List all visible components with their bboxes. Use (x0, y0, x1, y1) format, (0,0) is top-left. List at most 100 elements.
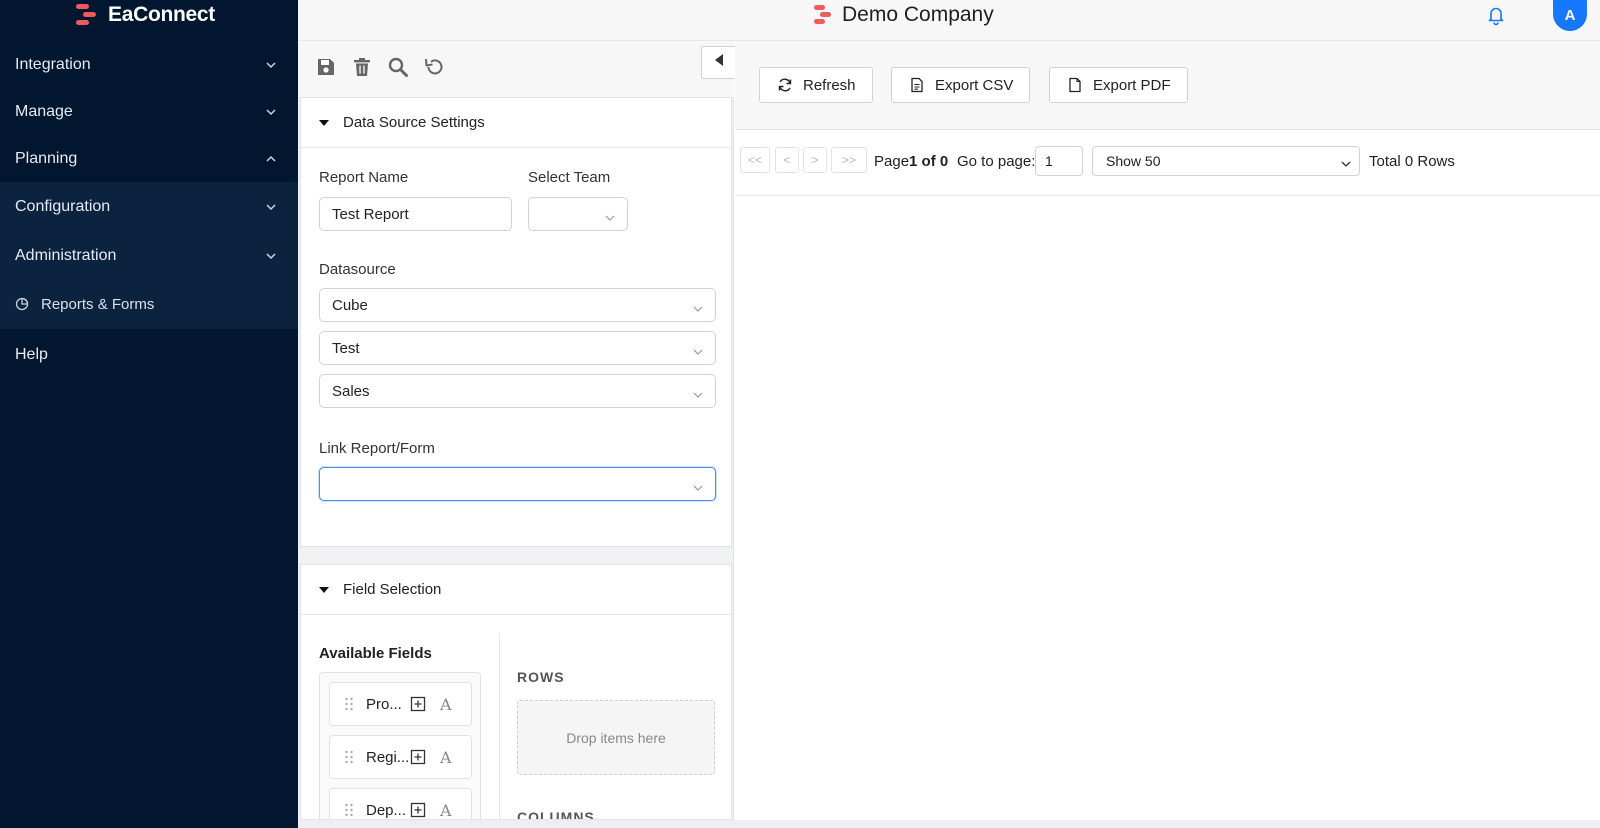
field-name: Regi... (366, 748, 410, 766)
chevron-down-icon (266, 251, 276, 261)
field-selection-header[interactable]: Field Selection (301, 565, 731, 615)
field-item[interactable]: Dep... A (329, 788, 472, 820)
next-page-button[interactable]: > (803, 147, 827, 173)
chevron-down-icon (1341, 156, 1351, 167)
first-page-button[interactable]: << (740, 147, 770, 173)
chevron-down-icon (266, 202, 276, 212)
chevron-down-icon (693, 480, 703, 491)
field-item[interactable]: Regi... A (329, 735, 472, 779)
drag-handle-icon[interactable] (344, 750, 354, 764)
undo-icon[interactable] (423, 56, 445, 78)
total-rows: Total 0 Rows (1369, 153, 1455, 170)
section-title: Field Selection (343, 581, 442, 598)
export-csv-button[interactable]: Export CSV (891, 67, 1031, 103)
page-size-select[interactable]: Show 50 (1092, 146, 1360, 176)
chevron-down-icon (693, 344, 703, 355)
sidebar-item-reports-forms[interactable]: Reports & Forms (0, 279, 298, 329)
chevron-down-icon (693, 301, 703, 312)
add-field-icon[interactable] (410, 802, 426, 818)
add-field-icon[interactable] (410, 696, 426, 712)
link-report-label: Link Report/Form (319, 440, 435, 457)
app-name: EaConnect (108, 3, 215, 26)
field-name: Dep... (366, 801, 407, 819)
collapse-left-icon (713, 53, 725, 72)
sidebar-item-label: Reports & Forms (41, 295, 155, 313)
chevron-down-icon (266, 60, 276, 70)
field-name: Pro... (366, 695, 402, 713)
export-pdf-button[interactable]: Export PDF (1049, 67, 1188, 103)
sidebar-item-integration[interactable]: Integration (0, 41, 298, 88)
report-view: Refresh Export CSV Export PDF << < > >> … (735, 41, 1600, 820)
field-item[interactable]: Pro... A (329, 682, 472, 726)
avatar[interactable]: A (1553, 0, 1587, 31)
bell-icon[interactable] (1485, 4, 1507, 26)
datasource-cube-value: Sales (332, 382, 370, 400)
refresh-icon (777, 77, 793, 93)
planning-submenu: Configuration Administration Reports & F… (0, 182, 298, 329)
prev-page-button[interactable]: < (775, 147, 799, 173)
goto-page-input[interactable]: 1 (1035, 146, 1083, 176)
page-status: Page1 of 0 (874, 153, 948, 170)
sidebar-nav: Integration Manage Planning Configuratio… (0, 41, 298, 381)
rows-title: ROWS (517, 669, 565, 685)
file-icon (1067, 77, 1083, 93)
available-fields-title: Available Fields (319, 645, 432, 662)
refresh-label: Refresh (803, 76, 856, 94)
sidebar: EaConnect Integration Manage Planning Co… (0, 0, 298, 828)
text-type-icon: A (440, 800, 452, 820)
datasource-type-value: Cube (332, 296, 368, 314)
pie-chart-icon (15, 297, 29, 311)
report-name-input[interactable]: Test Report (319, 197, 512, 231)
select-team-dropdown[interactable] (528, 197, 628, 231)
text-type-icon: A (440, 747, 452, 767)
section-title: Data Source Settings (343, 114, 485, 131)
horizontal-scrollbar[interactable] (298, 820, 1600, 828)
sidebar-item-planning[interactable]: Planning (0, 135, 298, 182)
panel-toolbar (298, 41, 736, 97)
report-name-label: Report Name (319, 169, 409, 186)
caret-down-icon (319, 119, 329, 126)
company-logo-icon (812, 4, 832, 26)
sidebar-item-label: Help (15, 346, 48, 363)
datasource-model-select[interactable]: Test (319, 331, 716, 365)
collapse-panel-button[interactable] (701, 46, 736, 79)
goto-page-label: Go to page: (957, 153, 1036, 170)
available-fields-list: Pro... A Regi... A Dep... A (319, 672, 481, 820)
sidebar-item-manage[interactable]: Manage (0, 88, 298, 135)
sidebar-item-help[interactable]: Help (0, 329, 298, 381)
rows-dropzone[interactable]: Drop items here (517, 700, 715, 775)
company-title: Demo Company (812, 0, 994, 30)
delete-icon[interactable] (351, 56, 373, 78)
search-icon[interactable] (387, 56, 409, 78)
datasource-type-select[interactable]: Cube (319, 288, 716, 322)
chevron-down-icon (693, 387, 703, 398)
page-size-value: Show 50 (1106, 153, 1161, 169)
add-field-icon[interactable] (410, 749, 426, 765)
datasource-label: Datasource (319, 261, 396, 278)
sidebar-item-configuration[interactable]: Configuration (0, 182, 298, 232)
caret-down-icon (319, 586, 329, 593)
page-prefix: Page (874, 153, 910, 170)
drag-handle-icon[interactable] (344, 803, 354, 817)
brand-logo-icon (74, 3, 96, 27)
drag-handle-icon[interactable] (344, 697, 354, 711)
refresh-button[interactable]: Refresh (759, 67, 873, 103)
sidebar-item-administration[interactable]: Administration (0, 232, 298, 279)
sidebar-item-label: Planning (15, 149, 78, 167)
export-csv-label: Export CSV (935, 76, 1014, 94)
sidebar-item-label: Administration (15, 246, 117, 264)
pagination-bar: << < > >> Page1 of 0 Go to page: 1 Show … (735, 130, 1600, 196)
columns-title: COLUMNS (517, 809, 595, 820)
select-team-label: Select Team (528, 169, 611, 186)
last-page-button[interactable]: >> (831, 147, 867, 173)
link-report-select[interactable] (319, 467, 716, 501)
sidebar-item-label: Manage (15, 102, 73, 120)
datasource-model-value: Test (332, 339, 360, 357)
save-icon[interactable] (315, 56, 337, 78)
data-source-settings-header[interactable]: Data Source Settings (301, 98, 731, 148)
datasource-cube-select[interactable]: Sales (319, 374, 716, 408)
app-brand[interactable]: EaConnect (74, 0, 215, 30)
text-type-icon: A (440, 694, 452, 714)
data-source-settings-card: Data Source Settings Report Name Select … (300, 97, 732, 547)
sidebar-item-label: Configuration (15, 198, 111, 215)
